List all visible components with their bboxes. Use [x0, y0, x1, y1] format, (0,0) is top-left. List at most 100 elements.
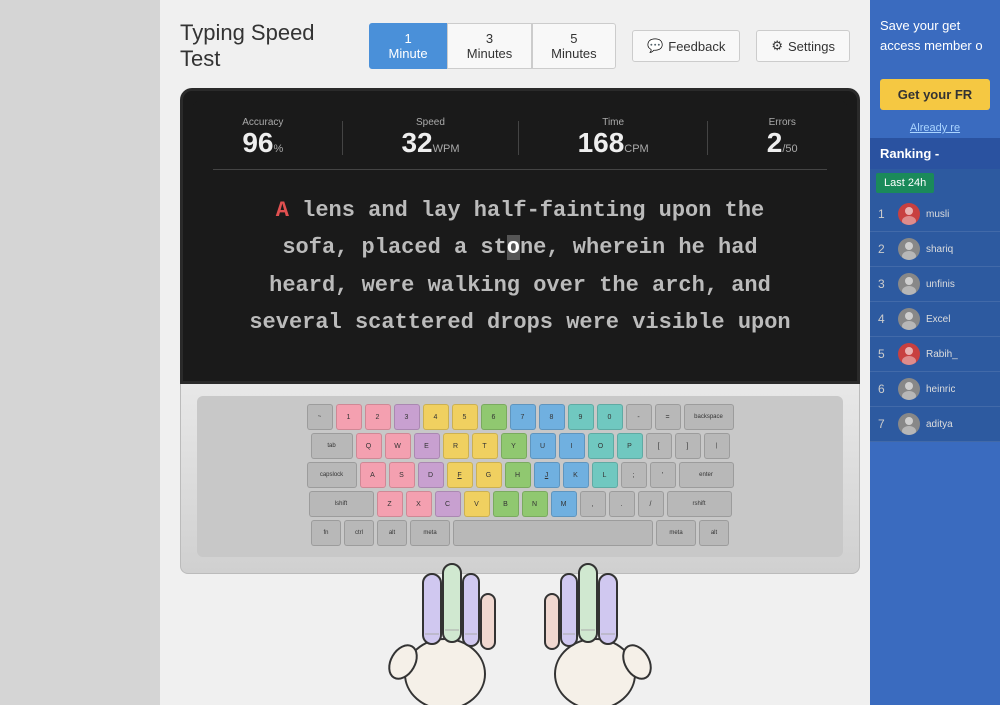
- feedback-button[interactable]: 💬 Feedback: [632, 30, 740, 62]
- key-lshift: lshift: [309, 491, 374, 517]
- key-alt: alt: [377, 520, 407, 546]
- key-n: N: [522, 491, 548, 517]
- rank-number: 7: [878, 417, 892, 431]
- key-5: 5: [452, 404, 478, 430]
- key-6: 6: [481, 404, 507, 430]
- ranking-list: 1 musli 2 shariq 3 unfinis 4: [870, 197, 1000, 442]
- key-8: 8: [539, 404, 565, 430]
- promo-text: Save your get access member o: [880, 18, 983, 53]
- key-ctrl: ctrl: [344, 520, 374, 546]
- stat-accuracy: Accuracy 96%: [242, 117, 283, 159]
- key-1: 1: [336, 404, 362, 430]
- rank-username: Excel: [926, 314, 950, 325]
- rank-username: unfinis: [926, 279, 955, 290]
- btn-5min[interactable]: 5 Minutes: [532, 23, 616, 69]
- key-2: 2: [365, 404, 391, 430]
- rank-username: aditya: [926, 419, 953, 430]
- hands-container: [180, 554, 860, 705]
- key-v: V: [464, 491, 490, 517]
- key-fn: fn: [311, 520, 341, 546]
- key-semicolon: ;: [621, 462, 647, 488]
- screen-inner: Accuracy 96% Speed 32WPM Time: [193, 101, 847, 371]
- stat-time: Time 168CPM: [578, 117, 649, 159]
- promo-box: Save your get access member o: [870, 0, 1000, 71]
- key-space: [453, 520, 653, 546]
- key-k: K: [563, 462, 589, 488]
- settings-button[interactable]: ⚙ Settings: [756, 30, 850, 62]
- key-d: D: [418, 462, 444, 488]
- rank-username: heinric: [926, 384, 955, 395]
- key-quote: ': [650, 462, 676, 488]
- avatar: [898, 378, 920, 400]
- key-i: I: [559, 433, 585, 459]
- key-m: M: [551, 491, 577, 517]
- key-h: H: [505, 462, 531, 488]
- chat-icon: 💬: [647, 38, 663, 54]
- space-row: fn ctrl alt meta meta alt: [205, 520, 835, 546]
- key-backslash: |: [704, 433, 730, 459]
- text-line2b: ne, wherein he had: [520, 235, 758, 260]
- divider-2: [518, 121, 519, 155]
- ranking-box: Ranking - Last 24h 1 musli 2 shariq 3: [870, 138, 1000, 442]
- btn-3min[interactable]: 3 Minutes: [447, 23, 531, 69]
- key-y: Y: [501, 433, 527, 459]
- key-minus: -: [626, 404, 652, 430]
- key-tab: tab: [311, 433, 353, 459]
- errors-value: 2: [767, 127, 783, 158]
- typing-text-display[interactable]: A lens and lay half-fainting upon the so…: [213, 182, 827, 352]
- ranking-item: 2 shariq: [870, 232, 1000, 267]
- ranking-tab[interactable]: Last 24h: [876, 173, 934, 193]
- ranking-item: 7 aditya: [870, 407, 1000, 442]
- left-hand: [385, 554, 505, 705]
- text-line3: heard, were walking over the arch, and: [269, 273, 771, 298]
- already-link[interactable]: Already re: [870, 118, 1000, 138]
- key-b: B: [493, 491, 519, 517]
- accuracy-value: 96: [242, 127, 273, 158]
- main-content: Typing Speed Test 1 Minute 3 Minutes 5 M…: [160, 0, 870, 705]
- avatar: [898, 203, 920, 225]
- avatar: [898, 343, 920, 365]
- key-u: U: [530, 433, 556, 459]
- key-q: Q: [356, 433, 382, 459]
- page-title: Typing Speed Test: [180, 20, 349, 72]
- key-x: X: [406, 491, 432, 517]
- zxcv-row: lshift Z X C V B N M , . / rshift: [205, 491, 835, 517]
- key-backspace: backspace: [684, 404, 734, 430]
- key-equals: =: [655, 404, 681, 430]
- key-s: S: [389, 462, 415, 488]
- key-slash: /: [638, 491, 664, 517]
- key-4: 4: [423, 404, 449, 430]
- right-sidebar: Save your get access member o Get your F…: [870, 0, 1000, 705]
- time-unit: CPM: [624, 143, 648, 155]
- btn-1min[interactable]: 1 Minute: [369, 23, 448, 69]
- key-period: .: [609, 491, 635, 517]
- get-free-button[interactable]: Get your FR: [880, 79, 990, 110]
- speed-value: 32: [401, 127, 432, 158]
- key-9: 9: [568, 404, 594, 430]
- settings-label: Settings: [788, 39, 835, 54]
- key-lmeta: meta: [410, 520, 450, 546]
- text-cursor: o: [507, 235, 520, 260]
- key-c: C: [435, 491, 461, 517]
- keyboard-area: ~ 1 2 3 4 5 6 7 8 9 0 - = backspace: [180, 384, 860, 574]
- errors-unit: /50: [782, 143, 797, 155]
- rank-username: Rabih_: [926, 349, 958, 360]
- ranking-item: 6 heinric: [870, 372, 1000, 407]
- rank-number: 5: [878, 347, 892, 361]
- rank-username: musli: [926, 209, 949, 220]
- key-ralt: alt: [699, 520, 729, 546]
- keyboard: ~ 1 2 3 4 5 6 7 8 9 0 - = backspace: [197, 396, 843, 557]
- time-button-group: 1 Minute 3 Minutes 5 Minutes: [369, 23, 616, 69]
- key-tilde: ~: [307, 404, 333, 430]
- key-0: 0: [597, 404, 623, 430]
- key-o: O: [588, 433, 614, 459]
- time-value: 168: [578, 127, 625, 158]
- key-capslock: capslock: [307, 462, 357, 488]
- ranking-item: 5 Rabih_: [870, 337, 1000, 372]
- key-a: A: [360, 462, 386, 488]
- avatar: [898, 308, 920, 330]
- gear-icon: ⚙: [771, 38, 783, 54]
- text-line4: several scattered drops were visible upo…: [249, 310, 790, 335]
- rank-number: 4: [878, 312, 892, 326]
- divider-3: [707, 121, 708, 155]
